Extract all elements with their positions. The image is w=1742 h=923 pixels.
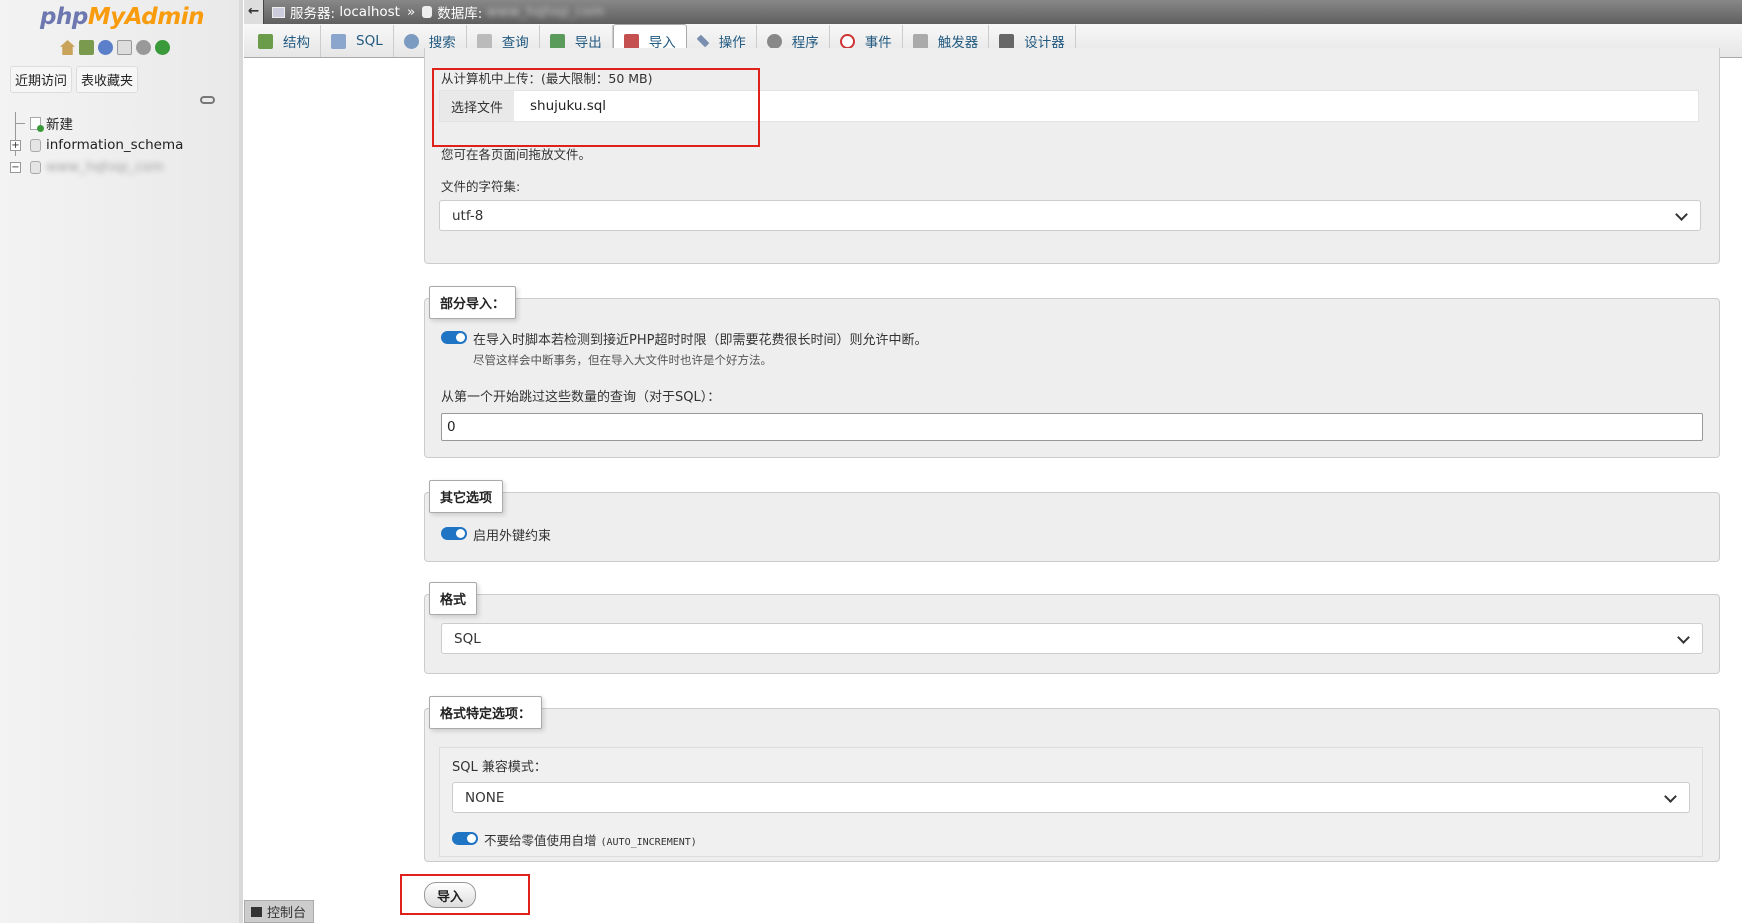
database-label: 数据库:: [437, 6, 483, 22]
navigation-panel: phpMyAdmin 近期访问 表收藏夹 新建 + information_sc…: [0, 0, 243, 923]
breadcrumb-separator: »: [406, 4, 416, 20]
home-icon[interactable]: [60, 40, 75, 55]
expand-icon[interactable]: +: [10, 140, 21, 151]
auto-increment-code: (AUTO_INCREMENT): [600, 837, 697, 848]
skip-queries-label: 从第一个开始跳过这些数量的查询（对于SQL）：: [441, 390, 721, 405]
compat-mode-label: SQL 兼容模式：: [452, 760, 547, 775]
database-tree: 新建 + information_schema − www_hqhxp_com: [8, 112, 183, 178]
server-link[interactable]: localhost: [339, 4, 400, 20]
tree-item-label: www_hqhxp_com: [46, 159, 164, 175]
collapse-icon[interactable]: −: [10, 162, 21, 173]
structure-icon: [258, 33, 273, 49]
tab-structure[interactable]: 结构: [248, 25, 321, 57]
foreign-keys-label: 启用外键约束: [473, 529, 552, 544]
other-options-fieldset: 其它选项 启用外键约束: [424, 480, 1720, 562]
sql-options-panel: SQL 兼容模式： NONE 不要给零值使用自增 (AUTO_INCREMENT…: [439, 747, 1703, 857]
tab-sql[interactable]: SQL: [321, 25, 394, 57]
allow-interrupt-note: 尽管这样会中断事务，但在导入大文件时也许是个好方法。: [473, 353, 772, 367]
partial-import-legend: 部分导入：: [429, 286, 517, 319]
chevron-down-icon: [1675, 208, 1688, 221]
server-icon: [272, 6, 285, 18]
settings-gear-icon[interactable]: [136, 40, 151, 55]
foreign-keys-toggle[interactable]: [441, 527, 467, 540]
trigger-icon: [912, 33, 928, 49]
format-select[interactable]: SQL: [441, 623, 1703, 654]
documentation-icon[interactable]: [117, 40, 132, 55]
help-icon[interactable]: [98, 40, 113, 55]
tree-item-information-schema[interactable]: + information_schema: [8, 134, 183, 156]
tree-item-label: information_schema: [46, 137, 184, 153]
format-options-fieldset: 格式特定选项： SQL 兼容模式： NONE 不要给零值使用自增 (AUTO_I…: [424, 696, 1720, 862]
reload-icon[interactable]: [155, 40, 170, 55]
compat-mode-value: NONE: [465, 789, 505, 806]
logout-icon[interactable]: [79, 40, 94, 55]
auto-increment-toggle[interactable]: [452, 832, 478, 845]
database-icon: [30, 160, 41, 174]
favorites-tab[interactable]: 表收藏夹: [76, 66, 139, 93]
charset-select[interactable]: utf-8: [439, 200, 1701, 231]
search-icon: [403, 33, 419, 49]
tree-item-new[interactable]: 新建: [8, 112, 183, 134]
new-database-icon: [30, 116, 44, 132]
tree-item-label: 新建: [46, 117, 73, 133]
chevron-down-icon: [1664, 790, 1677, 803]
database-icon: [422, 6, 433, 18]
breadcrumb: ← 服务器: localhost » 数据库: www_hqhxp_com: [244, 0, 1742, 24]
skip-queries-input[interactable]: 0: [441, 413, 1703, 441]
wrench-icon: [696, 34, 710, 48]
collapse-nav-button[interactable]: ←: [244, 0, 264, 24]
partial-import-fieldset: 部分导入： 在导入时脚本若检测到接近PHP超时时限（即需要花费很长时间）则允许中…: [424, 286, 1720, 458]
charset-value: utf-8: [452, 207, 484, 224]
server-label: 服务器:: [290, 6, 336, 22]
other-options-legend: 其它选项: [429, 480, 504, 513]
console-button[interactable]: 控制台: [244, 900, 314, 923]
format-value: SQL: [454, 630, 481, 647]
console-icon: [251, 906, 262, 917]
import-icon: [623, 33, 639, 49]
export-icon: [549, 33, 565, 49]
highlight-upload: [432, 68, 760, 147]
allow-interrupt-label: 在导入时脚本若检测到接近PHP超时时限（即需要花费很长时间）则允许中断。: [473, 333, 928, 348]
format-fieldset: 格式 SQL: [424, 582, 1720, 674]
link-with-main-icon[interactable]: [200, 96, 215, 104]
database-icon: [30, 138, 41, 152]
query-icon: [476, 33, 492, 49]
main-content: 从计算机中上传：(最大限制：50 MB) 选择文件 shujuku.sql 您可…: [244, 48, 1742, 923]
charset-label: 文件的字符集:: [441, 179, 521, 194]
sql-icon: [331, 33, 346, 49]
compat-mode-select[interactable]: NONE: [452, 782, 1690, 813]
format-legend: 格式: [429, 582, 478, 615]
auto-increment-label: 不要给零值使用自增 (AUTO_INCREMENT): [484, 833, 697, 848]
clock-icon: [839, 33, 855, 49]
database-link[interactable]: www_hqhxp_com: [487, 4, 605, 20]
chevron-down-icon: [1677, 631, 1690, 644]
routines-icon: [766, 33, 782, 49]
nav-icon-bar: [60, 40, 170, 55]
format-options-legend: 格式特定选项：: [429, 696, 543, 729]
phpmyadmin-logo[interactable]: phpMyAdmin: [40, 4, 204, 30]
designer-icon: [999, 33, 1015, 49]
allow-interrupt-toggle[interactable]: [441, 331, 467, 344]
tree-item-current-db[interactable]: − www_hqhxp_com: [8, 156, 183, 178]
highlight-submit: [400, 874, 530, 915]
recent-tab[interactable]: 近期访问: [10, 66, 73, 93]
